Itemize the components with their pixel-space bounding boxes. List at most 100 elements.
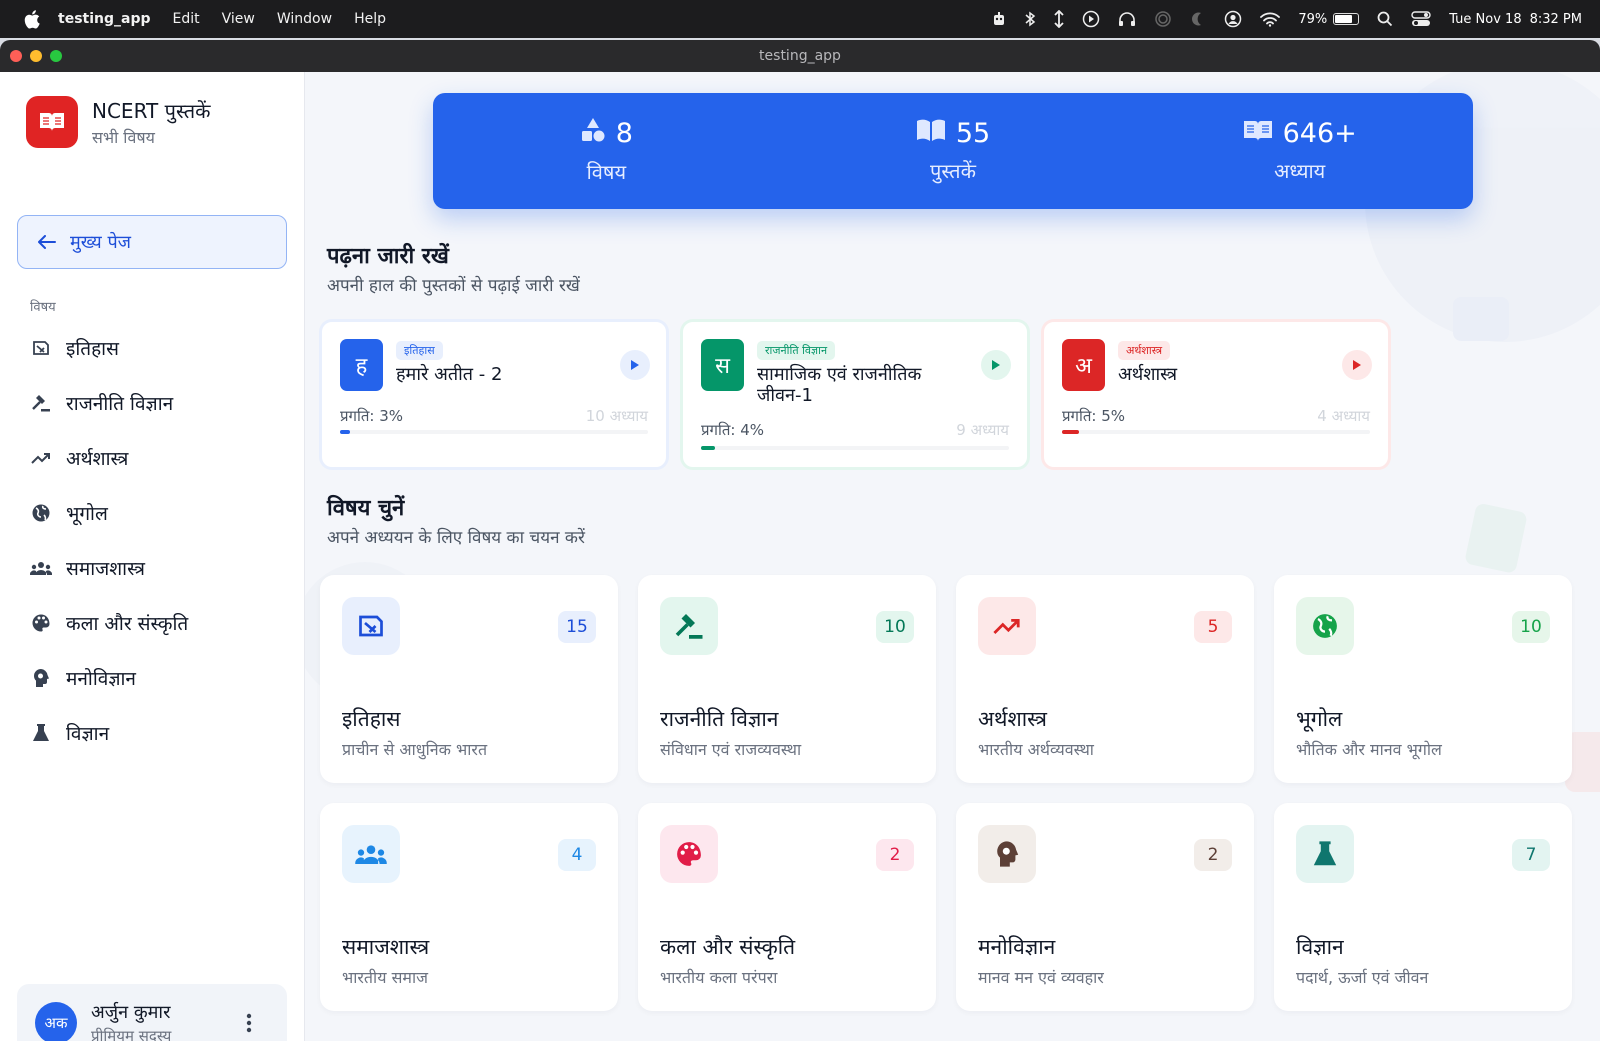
close-window-button[interactable] — [10, 50, 22, 62]
sidebar-item-political-science[interactable]: राजनीति विज्ञान — [0, 375, 305, 430]
continue-reading-title: पढ़ना जारी रखें — [327, 244, 449, 269]
vertical-arrows-icon[interactable] — [1054, 10, 1064, 28]
sidebar-item-psychology[interactable]: मनोविज्ञान — [0, 650, 305, 705]
subject-name: विज्ञान — [1296, 935, 1344, 959]
sidebar-item-sociology[interactable]: समाजशास्त्र — [0, 540, 305, 595]
book-count-badge: 10 — [1512, 611, 1550, 643]
app-window: testing_app NCERT पुस्तकें सभी विषय मुख्… — [0, 40, 1600, 1041]
apple-icon[interactable] — [20, 7, 44, 31]
minimize-window-button[interactable] — [30, 50, 42, 62]
subject-name: राजनीति विज्ञान — [660, 707, 779, 731]
sidebar-item-science[interactable]: विज्ञान — [0, 705, 305, 760]
history-icon — [342, 597, 400, 655]
window-title: testing_app — [759, 48, 841, 64]
sidebar-item-label: विज्ञान — [66, 722, 110, 745]
brain-icon — [978, 825, 1036, 883]
play-icon[interactable] — [620, 350, 650, 380]
zoom-window-button[interactable] — [50, 50, 62, 62]
menu-app-name[interactable]: testing_app — [58, 11, 151, 27]
recent-book-card[interactable]: अ अर्थशास्त्र अर्थशास्त्र प्रगति: 5% 4 अ… — [1042, 320, 1390, 469]
gavel-icon — [660, 597, 718, 655]
subject-card[interactable]: 5 अर्थशास्त्र भारतीय अर्थव्यवस्था — [956, 575, 1254, 783]
subject-card[interactable]: 10 राजनीति विज्ञान संविधान एवं राजव्यवस्… — [638, 575, 936, 783]
user-circle-icon[interactable] — [1224, 10, 1242, 28]
subject-name: मनोविज्ञान — [978, 935, 1056, 959]
battery-percent: 79% — [1298, 11, 1328, 27]
flask-icon — [30, 722, 52, 744]
menu-bar: testing_app Edit View Window Help 79% Tu… — [0, 0, 1600, 38]
subject-description: भारतीय अर्थव्यवस्था — [978, 740, 1094, 759]
progress-fill — [701, 446, 715, 450]
progress-bar — [701, 446, 1009, 450]
play-circle-icon[interactable] — [1082, 10, 1100, 28]
recent-book-card[interactable]: स राजनीति विज्ञान सामाजिक एवं राजनीतिक ज… — [681, 320, 1029, 469]
play-icon[interactable] — [981, 350, 1011, 380]
sidebar-item-label: इतिहास — [66, 337, 119, 360]
subject-name: इतिहास — [342, 707, 401, 731]
book-letter-icon: अ — [1062, 339, 1105, 391]
subject-card[interactable]: 2 कला और संस्कृति भारतीय कला परंपरा — [638, 803, 936, 1011]
airdrop-icon[interactable] — [1154, 10, 1172, 28]
book-count-badge: 15 — [558, 611, 596, 643]
menubar-time[interactable]: 8:32 PM — [1530, 12, 1582, 27]
play-icon[interactable] — [1342, 350, 1372, 380]
subject-card[interactable]: 10 भूगोल भौतिक और मानव भूगोल — [1274, 575, 1572, 783]
sidebar-item-history[interactable]: इतिहास — [0, 320, 305, 375]
subject-card[interactable]: 2 मनोविज्ञान मानव मन एवं व्यवहार — [956, 803, 1254, 1011]
sidebar-item-label: मनोविज्ञान — [66, 667, 136, 690]
stat-label: अध्याय — [1274, 159, 1326, 183]
book-letter-icon: ह — [340, 339, 383, 391]
subject-card[interactable]: 7 विज्ञान पदार्थ, ऊर्जा एवं जीवन — [1274, 803, 1572, 1011]
sidebar-item-economics[interactable]: अर्थशास्त्र — [0, 430, 305, 485]
search-icon[interactable] — [1377, 11, 1393, 27]
brand-subtitle: सभी विषय — [92, 127, 155, 147]
menu-edit[interactable]: Edit — [173, 11, 200, 27]
brand: NCERT पुस्तकें सभी विषय — [26, 96, 210, 148]
subject-name: भूगोल — [1296, 707, 1343, 731]
sidebar-section-label: विषय — [30, 300, 56, 315]
palette-icon — [660, 825, 718, 883]
book-count-badge: 7 — [1512, 839, 1550, 871]
sidebar-nav: इतिहास राजनीति विज्ञान अर्थशास्त्र भूगोल… — [0, 320, 305, 760]
user-profile-card[interactable]: अक अर्जुन कुमार प्रीमियम सदस्य — [17, 984, 287, 1041]
stat-value: 8 — [615, 118, 633, 149]
sidebar-item-geography[interactable]: भूगोल — [0, 485, 305, 540]
subject-description: पदार्थ, ऊर्जा एवं जीवन — [1296, 968, 1429, 987]
stat-chapters: 646+ अध्याय — [1126, 93, 1473, 209]
sidebar-item-art-culture[interactable]: कला और संस्कृति — [0, 595, 305, 650]
book-letter-icon: स — [701, 339, 744, 391]
robot-icon[interactable] — [992, 11, 1006, 27]
sidebar-item-label: भूगोल — [66, 502, 108, 525]
subject-card[interactable]: 15 इतिहास प्राचीन से आधुनिक भारत — [320, 575, 618, 783]
stat-value: 646+ — [1282, 118, 1357, 149]
sidebar-item-label: कला और संस्कृति — [66, 612, 189, 635]
stat-subjects: 8 विषय — [433, 93, 780, 209]
more-vertical-icon[interactable] — [237, 1008, 261, 1038]
window-titlebar[interactable]: testing_app — [0, 40, 1600, 72]
sidebar-item-label: राजनीति विज्ञान — [66, 392, 174, 415]
choose-subject-subtitle: अपने अध्ययन के लिए विषय का चयन करें — [327, 528, 585, 548]
bluetooth-icon[interactable] — [1024, 11, 1036, 27]
wifi-icon[interactable] — [1260, 12, 1281, 27]
progress-fill — [340, 430, 351, 434]
subject-name: अर्थशास्त्र — [978, 707, 1047, 731]
chapter-count: 4 अध्याय — [1317, 407, 1370, 425]
recent-book-card[interactable]: ह इतिहास हमारे अतीत - 2 प्रगति: 3% 10 अध… — [320, 320, 668, 469]
main-content: 8 विषय 55 पुस्तकें 646+ अध्याय पढ़ना जार… — [305, 72, 1600, 1041]
history-icon — [30, 337, 52, 359]
home-button[interactable]: मुख्य पेज — [17, 215, 287, 269]
continue-reading-subtitle: अपनी हाल की पुस्तकों से पढ़ाई जारी रखें — [327, 276, 580, 296]
moon-icon[interactable] — [1190, 11, 1206, 27]
headphones-icon[interactable] — [1118, 11, 1136, 27]
stat-books: 55 पुस्तकें — [780, 93, 1127, 209]
menubar-date[interactable]: Tue Nov 18 — [1449, 12, 1521, 27]
battery-indicator[interactable]: 79% — [1298, 11, 1360, 27]
subject-card[interactable]: 4 समाजशास्त्र भारतीय समाज — [320, 803, 618, 1011]
subject-description: भारतीय समाज — [342, 968, 428, 987]
shapes-icon — [580, 117, 606, 150]
book-title: अर्थशास्त्र — [1118, 364, 1178, 385]
menu-view[interactable]: View — [222, 11, 255, 27]
menu-window[interactable]: Window — [277, 11, 332, 27]
menu-help[interactable]: Help — [354, 11, 386, 27]
control-center-icon[interactable] — [1411, 11, 1431, 27]
